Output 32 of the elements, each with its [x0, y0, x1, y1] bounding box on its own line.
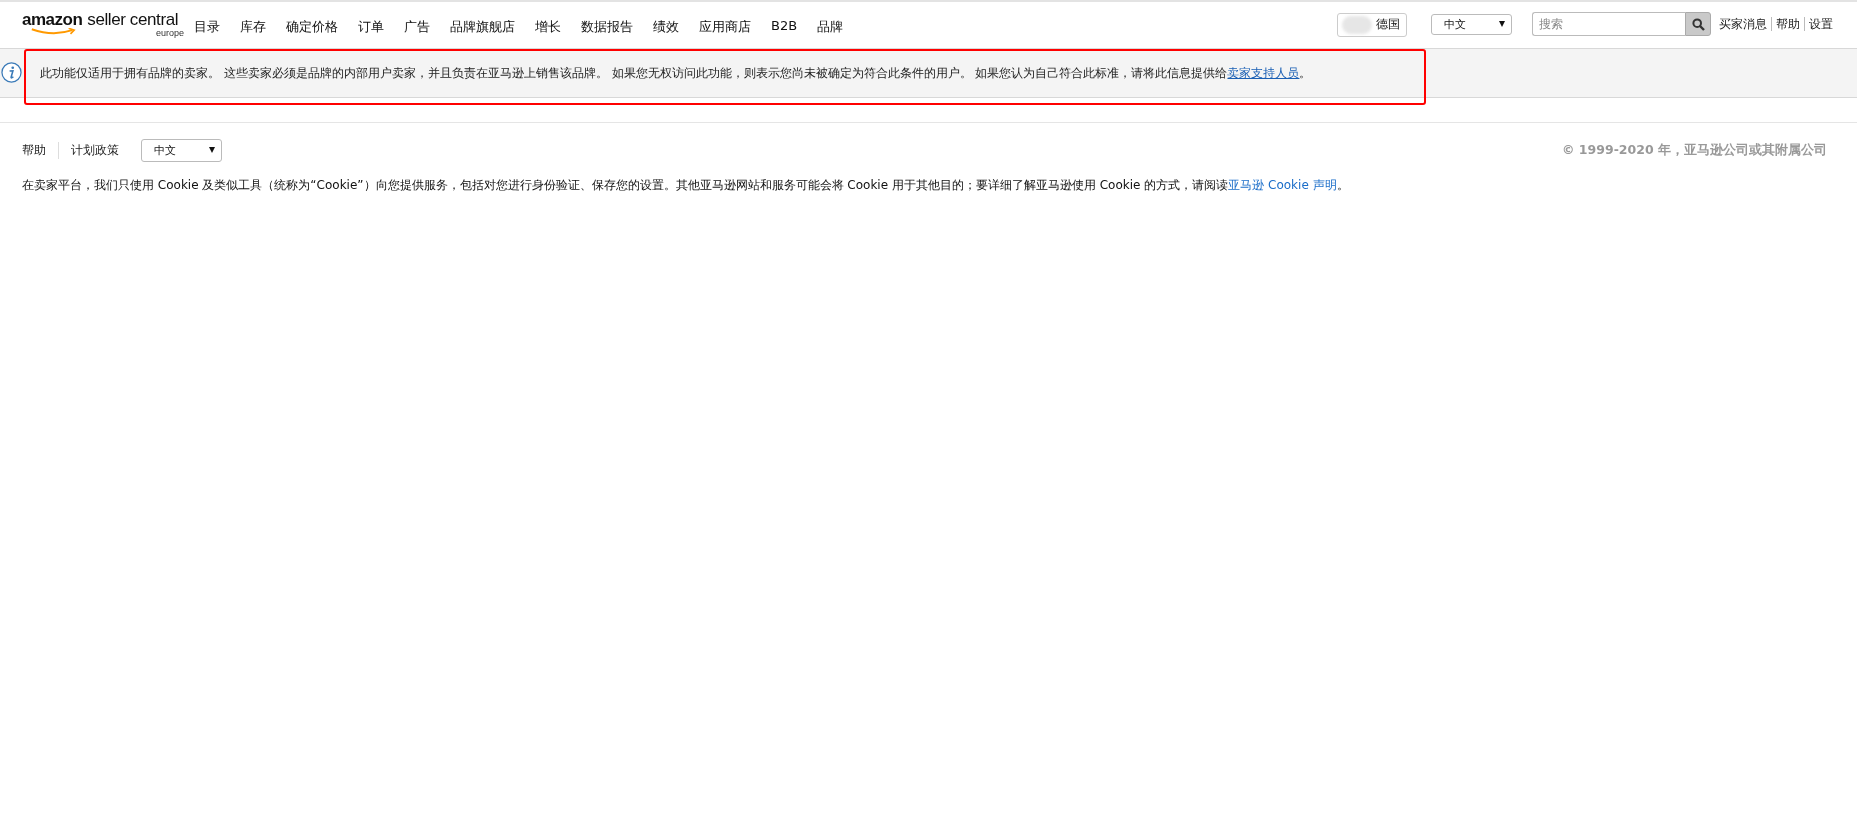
marketplace-button[interactable]: 德国 — [1337, 12, 1407, 37]
header-link[interactable]: 买家消息 — [1715, 15, 1771, 33]
nav-link[interactable]: 绩效 — [643, 18, 689, 36]
support-link[interactable]: 卖家支持人员 — [1227, 65, 1300, 80]
nav-link[interactable]: 品牌旗舰店 — [440, 18, 525, 36]
search-button[interactable] — [1685, 12, 1711, 36]
nav-link[interactable]: 目录 — [184, 18, 230, 36]
nav-link[interactable]: 订单 — [348, 18, 394, 36]
blurred-flag-icon — [1342, 15, 1372, 34]
nav-link[interactable]: 库存 — [230, 18, 276, 36]
search-icon — [1691, 17, 1705, 31]
caret-icon — [209, 147, 215, 153]
nav-link[interactable]: 数据报告 — [571, 18, 643, 36]
footer-link[interactable]: 计划政策 — [58, 141, 131, 159]
notice-text: 此功能仅适用于拥有品牌的卖家。 这些卖家必须是品牌的内部用户卖家，并且负责在亚马逊上销售该品牌。 如果您无权访问此功能，则表示您尚未被确定为符合此条件的用户。 如果您认为自己符合此标准，请将此信息提供给卖家支持人员。 — [40, 64, 1312, 82]
header-link[interactable]: 设置 — [1805, 15, 1837, 33]
language-select[interactable]: 中文 — [1431, 13, 1512, 35]
caret-icon — [1499, 21, 1505, 27]
nav-link[interactable]: 增长 — [525, 18, 571, 36]
copyright-text: © 1999-2020 年，亚马逊公司或其附属公司 — [1562, 141, 1827, 159]
nav-link[interactable]: B2B — [761, 18, 808, 36]
footer-link[interactable]: 帮助 — [22, 141, 58, 159]
header-link[interactable]: 帮助 — [1772, 15, 1804, 33]
cookie-notice: 在卖家平台，我们只使用 Cookie 及类似工具（统称为“Cookie”）向您提供服务，包括对您进行身份验证、保存您的设置。其他亚马逊网站和服务可能会将 Cookie 用于其他目的；要详细了解亚马逊使用 Cookie 的方式，请阅读亚马逊 Cookie 声明。 — [22, 177, 1350, 194]
nav-link[interactable]: 应用商店 — [689, 18, 761, 36]
logo[interactable]: amazon seller central europe — [22, 10, 184, 38]
language-select[interactable]: 中文 — [141, 138, 222, 162]
nav-link[interactable]: 确定价格 — [276, 18, 348, 36]
cookie-link[interactable]: 亚马逊 Cookie 声明 — [1228, 178, 1337, 192]
search-field[interactable]: 搜索 — [1532, 12, 1685, 36]
nav-link[interactable]: 品牌 — [807, 18, 854, 36]
nav-link[interactable]: 广告 — [394, 18, 440, 36]
